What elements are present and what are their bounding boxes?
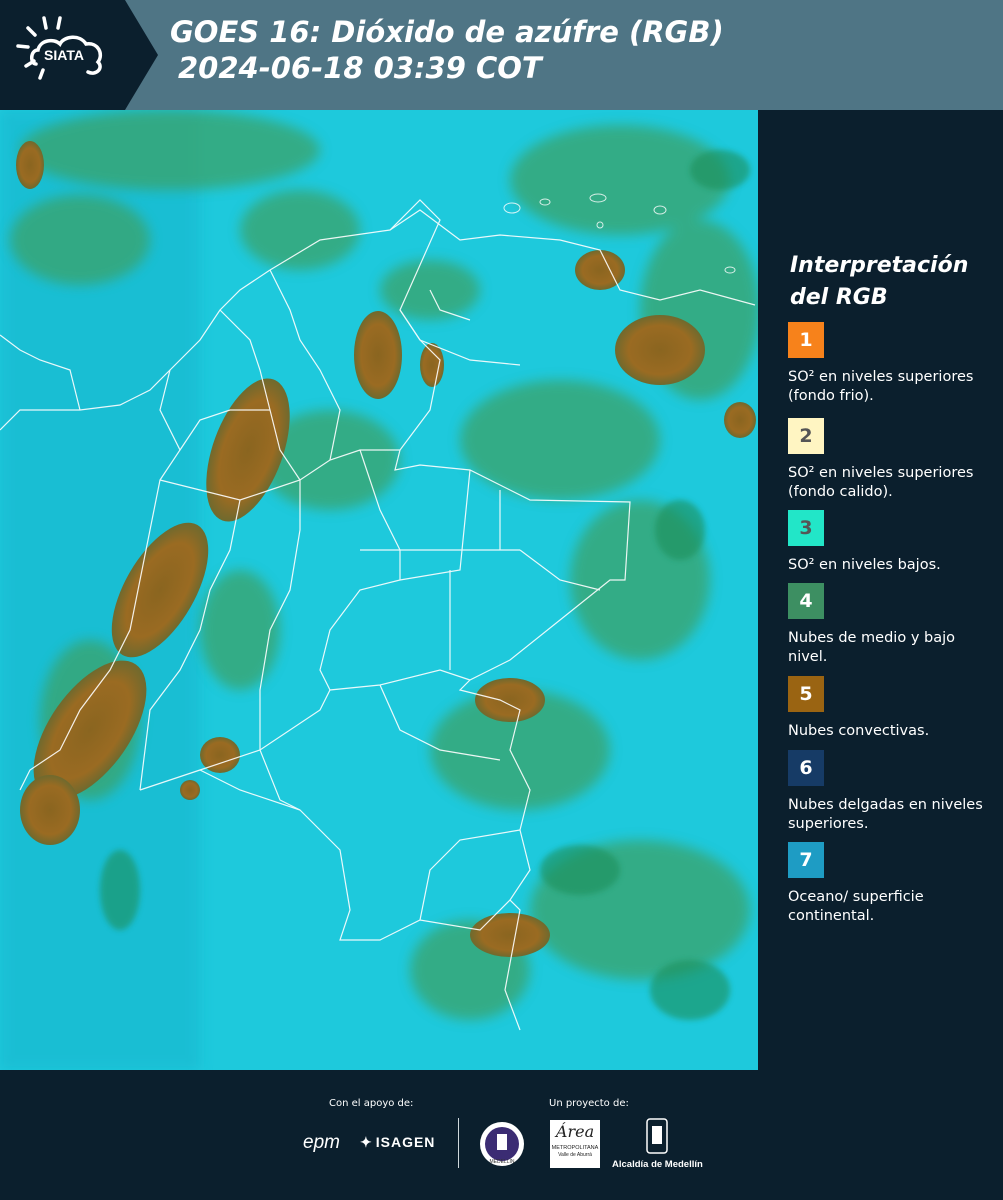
title-block: GOES 16: Dióxido de azúfre (RGB) 2024-06… (170, 14, 724, 86)
footer: Con el apoyo de: Un proyecto de: epm ✦ IS… (0, 1070, 1003, 1200)
epm-logo: epm (303, 1132, 340, 1154)
legend-item-4: 4 Nubes de medio y bajo nivel. (788, 583, 988, 667)
alcaldia-shield-icon (646, 1118, 668, 1154)
legend-swatch-5: 5 (788, 676, 824, 712)
legend-label-4: Nubes de medio y bajo nivel. (788, 630, 955, 665)
legend-panel: Interpretación del RGB 1 SO² en niveles … (760, 110, 1003, 1070)
siata-logo: SIATA (0, 0, 158, 110)
area-metropolitana-logo: Área METROPOLITANA Valle de Aburrá (550, 1120, 600, 1168)
area-logo-sub2: Valle de Aburrá (558, 1152, 592, 1158)
isagen-logo: ✦ ISAGEN (360, 1134, 435, 1151)
page-title: GOES 16: Dióxido de azúfre (RGB) (170, 15, 724, 49)
legend-item-2: 2 SO² en niveles superiores (fondo calid… (788, 418, 988, 502)
isagen-logo-text: ISAGEN (375, 1134, 436, 1150)
legend-label-3: SO² en niveles bajos. (788, 557, 941, 573)
legend-label-6: Nubes delgadas en niveles superiores. (788, 797, 983, 832)
satellite-map (0, 110, 758, 1070)
legend-item-3: 3 SO² en niveles bajos. (788, 510, 988, 575)
legend-title-line2: del RGB (790, 285, 888, 310)
legend-swatch-7: 7 (788, 842, 824, 878)
legend-swatch-4: 4 (788, 583, 824, 619)
project-caption: Un proyecto de: (549, 1098, 629, 1109)
legend-item-1: 1 SO² en niveles superiores (fondo frio)… (788, 322, 988, 406)
siata-logo-text: SIATA (44, 47, 84, 63)
legend-label-2: SO² en niveles superiores (fondo calido)… (788, 465, 974, 500)
alcaldia-logo-text: Alcaldía de Medellín (612, 1159, 703, 1170)
medellin-seal-text: MEDELLÍN (489, 1158, 514, 1165)
legend-swatch-1: 1 (788, 322, 824, 358)
legend-label-7: Oceano/ superficie continental. (788, 889, 924, 924)
legend-item-6: 6 Nubes delgadas en niveles superiores. (788, 750, 988, 834)
legend-label-5: Nubes convectivas. (788, 723, 930, 739)
timestamp: 2024-06-18 03:39 COT (178, 51, 542, 85)
support-caption: Con el apoyo de: (329, 1098, 414, 1109)
legend-label-1: SO² en niveles superiores (fondo frio). (788, 369, 974, 404)
area-logo-sub: METROPOLITANA (551, 1145, 599, 1151)
legend-swatch-2: 2 (788, 418, 824, 454)
header-bar: SIATA GOES 16: Dióxido de azúfre (RGB) 2… (0, 0, 1003, 110)
epm-logo-text: epm (303, 1132, 340, 1153)
legend-item-5: 5 Nubes convectivas. (788, 676, 988, 741)
area-logo-name: Área (555, 1122, 595, 1141)
legend-title-line1: Interpretación (790, 253, 969, 278)
footer-divider (458, 1118, 459, 1168)
legend-swatch-3: 3 (788, 510, 824, 546)
legend-title: Interpretación del RGB (790, 250, 968, 314)
legend-item-7: 7 Oceano/ superficie continental. (788, 842, 988, 926)
legend-swatch-6: 6 (788, 750, 824, 786)
alcaldia-logo: Alcaldía de Medellín (612, 1118, 703, 1171)
isagen-mark-icon: ✦ (360, 1134, 373, 1150)
medellin-seal: MEDELLÍN (478, 1120, 526, 1168)
